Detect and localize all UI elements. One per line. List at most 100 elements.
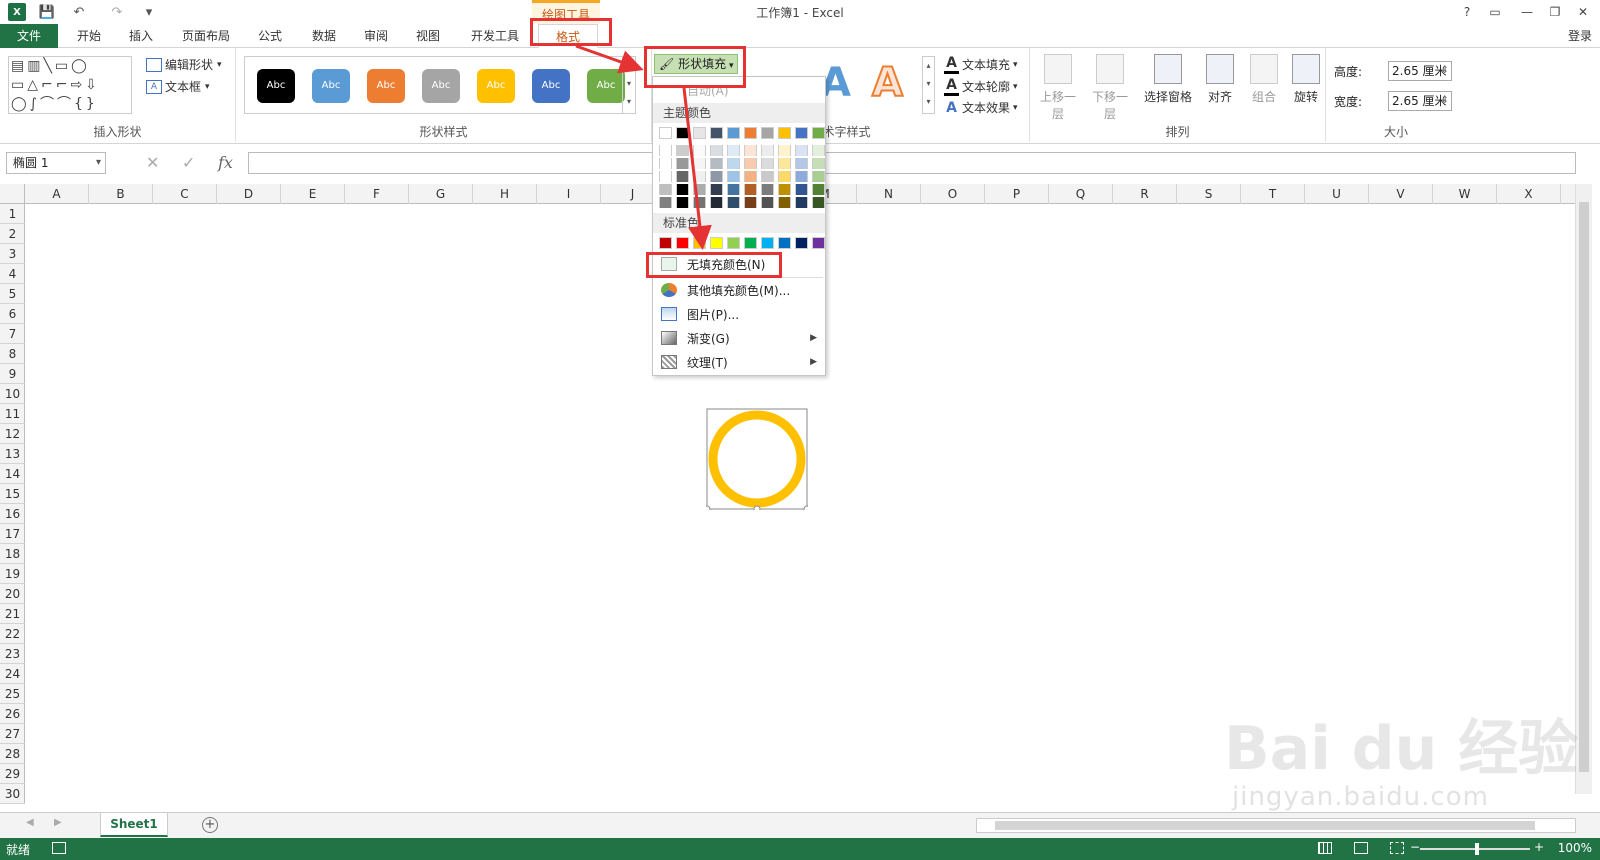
theme-shade-swatch[interactable] [727, 158, 740, 169]
tab-home[interactable]: 开始 [64, 24, 114, 48]
standard-color-swatch[interactable] [744, 237, 757, 249]
tab-developer[interactable]: 开发工具 [462, 24, 528, 48]
theme-shade-swatch[interactable] [795, 171, 808, 182]
sheet-tab-sheet1[interactable]: Sheet1 [100, 813, 168, 837]
theme-shade-swatch[interactable] [761, 197, 774, 208]
row-header[interactable]: 2 [0, 224, 25, 244]
scroll-sheets-right-icon[interactable]: ▶ [54, 817, 62, 828]
menu-item-no-fill[interactable]: 无填充颜色(N) [653, 253, 825, 275]
column-header[interactable]: E [281, 184, 345, 204]
theme-shade-swatch[interactable] [761, 145, 774, 156]
theme-shade-swatch[interactable] [795, 184, 808, 195]
theme-shade-swatch[interactable] [659, 184, 672, 195]
theme-shade-swatch[interactable] [659, 158, 672, 169]
theme-shade-swatch[interactable] [676, 171, 689, 182]
tab-formulas[interactable]: 公式 [246, 24, 294, 48]
theme-color-swatch[interactable] [778, 127, 791, 139]
theme-shade-swatch[interactable] [676, 197, 689, 208]
styles-gallery-scroll[interactable]: ▴ ▾ ▾ [622, 57, 635, 113]
standard-color-swatch[interactable] [727, 237, 740, 249]
standard-color-swatch[interactable] [693, 237, 706, 249]
theme-shade-swatch[interactable] [744, 145, 757, 156]
row-header[interactable]: 21 [0, 604, 25, 624]
style-swatch-7[interactable]: Abc [587, 69, 625, 103]
column-header[interactable]: U [1305, 184, 1369, 204]
column-header[interactable]: P [985, 184, 1049, 204]
theme-color-swatch[interactable] [727, 127, 740, 139]
row-header[interactable]: 23 [0, 644, 25, 664]
theme-shade-swatch[interactable] [659, 171, 672, 182]
row-header[interactable]: 30 [0, 784, 25, 804]
theme-shade-swatch[interactable] [727, 171, 740, 182]
column-header[interactable]: D [217, 184, 281, 204]
standard-color-swatch[interactable] [676, 237, 689, 249]
align-button[interactable]: 对齐 [1198, 54, 1242, 105]
row-header[interactable]: 16 [0, 504, 25, 524]
resize-handle[interactable] [753, 505, 761, 510]
scroll-sheets-left-icon[interactable]: ◀ [26, 817, 34, 828]
ribbon-display-options-button[interactable]: ▭ [1484, 2, 1506, 22]
theme-shade-swatch[interactable] [693, 145, 706, 156]
tab-file[interactable]: 文件 [0, 24, 58, 48]
zoom-slider[interactable] [1420, 843, 1530, 855]
wordart-gallery-scroll[interactable]: ▴ ▾ ▾ [922, 56, 935, 114]
standard-color-swatch[interactable] [710, 237, 723, 249]
theme-color-swatch[interactable] [659, 127, 672, 139]
edit-shape-button[interactable]: 编辑形状 ▾ [146, 56, 222, 73]
theme-shade-swatch[interactable] [744, 197, 757, 208]
select-all-corner[interactable] [0, 184, 25, 204]
theme-shade-swatch[interactable] [778, 171, 791, 182]
theme-shade-swatch[interactable] [676, 158, 689, 169]
theme-shade-swatch[interactable] [659, 197, 672, 208]
row-header[interactable]: 5 [0, 284, 25, 304]
theme-shade-swatch[interactable] [676, 145, 689, 156]
row-header[interactable]: 3 [0, 244, 25, 264]
standard-color-swatch[interactable] [659, 237, 672, 249]
theme-shade-swatch[interactable] [795, 145, 808, 156]
theme-color-swatch[interactable] [710, 127, 723, 139]
row-header[interactable]: 8 [0, 344, 25, 364]
tab-insert[interactable]: 插入 [116, 24, 166, 48]
normal-view-icon[interactable] [1318, 842, 1332, 854]
theme-shade-swatch[interactable] [744, 171, 757, 182]
page-layout-view-icon[interactable] [1354, 842, 1368, 854]
theme-shade-swatch[interactable] [693, 171, 706, 182]
close-button[interactable]: ✕ [1572, 2, 1594, 22]
text-effects-button[interactable]: A 文本效果 ▾ [944, 99, 1017, 116]
theme-color-swatch[interactable] [761, 127, 774, 139]
column-header[interactable]: F [345, 184, 409, 204]
theme-shade-swatch[interactable] [676, 184, 689, 195]
theme-shade-swatch[interactable] [812, 197, 825, 208]
tab-review[interactable]: 审阅 [352, 24, 400, 48]
cancel-icon[interactable]: ✕ [146, 153, 159, 173]
theme-shade-swatch[interactable] [812, 171, 825, 182]
theme-shade-swatch[interactable] [778, 145, 791, 156]
theme-shade-swatch[interactable] [693, 158, 706, 169]
group-button[interactable]: 组合 [1242, 54, 1286, 105]
row-header[interactable]: 4 [0, 264, 25, 284]
vertical-scroll-thumb[interactable] [1579, 202, 1589, 772]
row-header[interactable]: 11 [0, 404, 25, 424]
page-break-view-icon[interactable] [1390, 842, 1404, 854]
rotate-button[interactable]: 旋转 [1284, 54, 1328, 105]
customize-qat-icon[interactable]: ▾ [142, 3, 156, 21]
menu-item-more-colors[interactable]: 其他填充颜色(M)... [653, 279, 825, 301]
column-header[interactable]: Q [1049, 184, 1113, 204]
theme-shade-swatch[interactable] [710, 158, 723, 169]
theme-shade-swatch[interactable] [778, 158, 791, 169]
column-header[interactable]: R [1113, 184, 1177, 204]
undo-icon[interactable]: ↶ [66, 3, 92, 21]
column-header[interactable]: C [153, 184, 217, 204]
tab-view[interactable]: 视图 [404, 24, 452, 48]
theme-shade-swatch[interactable] [761, 158, 774, 169]
standard-color-swatch[interactable] [795, 237, 808, 249]
menu-item-gradient[interactable]: 渐变(G) ▶ [653, 327, 825, 349]
horizontal-scroll-thumb[interactable] [995, 821, 1535, 830]
theme-shade-swatch[interactable] [727, 197, 740, 208]
column-header[interactable]: W [1433, 184, 1497, 204]
menu-item-picture[interactable]: 图片(P)... [653, 303, 825, 325]
height-input[interactable]: 2.65 厘米 [1388, 61, 1452, 81]
row-header[interactable]: 24 [0, 664, 25, 684]
tab-format[interactable]: 格式 [538, 24, 598, 48]
zoom-in-icon[interactable]: + [1534, 840, 1544, 854]
